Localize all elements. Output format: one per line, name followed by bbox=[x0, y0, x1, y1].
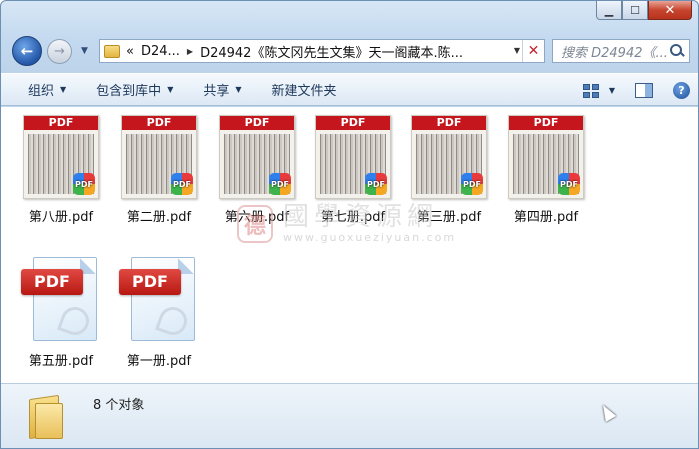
explorer-window: ▁ ☐ ✕ ← → ▼ « D24... ▶ D24942《陈文冈先生文集》天一… bbox=[0, 0, 699, 449]
pdf-app-badge-icon: PDF bbox=[558, 173, 580, 195]
search-box[interactable]: 搜索 D24942《... bbox=[552, 39, 690, 63]
help-icon[interactable]: ? bbox=[673, 82, 690, 99]
file-list: PDF PDF 第八册.pdf PDF PDF 第二册.pdf PDF PDF … bbox=[1, 107, 698, 383]
file-item[interactable]: PDF PDF 第四册.pdf bbox=[500, 115, 592, 225]
pdf-file-icon: PDF bbox=[119, 257, 199, 343]
search-input[interactable]: 搜索 D24942《... bbox=[561, 42, 668, 61]
maximize-button[interactable]: ☐ bbox=[622, 1, 648, 20]
back-arrow-icon: ← bbox=[20, 42, 34, 60]
file-item[interactable]: PDF 第一册.pdf bbox=[113, 257, 205, 369]
acrobat-logo-icon bbox=[155, 303, 185, 333]
forward-arrow-icon: → bbox=[54, 44, 65, 59]
thumbnail-band: PDF bbox=[509, 116, 583, 130]
file-item[interactable]: PDF 第五册.pdf bbox=[15, 257, 107, 369]
organize-label: 组织 bbox=[28, 84, 55, 99]
pdf-thumbnail: PDF PDF bbox=[121, 115, 197, 199]
view-options-dropdown-icon[interactable]: ▼ bbox=[609, 86, 615, 95]
item-count: 8 个对象 bbox=[93, 398, 145, 413]
breadcrumb-separator-icon[interactable]: ▶ bbox=[187, 47, 193, 56]
file-item[interactable]: PDF PDF 第二册.pdf bbox=[113, 115, 205, 225]
thumbnail-band: PDF bbox=[316, 116, 390, 130]
address-bar[interactable]: « D24... ▶ D24942《陈文冈先生文集》天一阁藏本.陈... ▼ ✕ bbox=[99, 39, 545, 63]
chevron-down-icon: ▼ bbox=[60, 85, 67, 94]
chevron-down-icon: ▼ bbox=[235, 85, 242, 94]
mouse-cursor-icon bbox=[597, 402, 617, 422]
preview-pane-icon[interactable] bbox=[635, 83, 653, 98]
pdf-app-badge-icon: PDF bbox=[73, 173, 95, 195]
breadcrumb-overflow[interactable]: « bbox=[126, 44, 134, 59]
thumbnail-band: PDF bbox=[220, 116, 294, 130]
back-button[interactable]: ← bbox=[12, 36, 42, 66]
forward-button[interactable]: → bbox=[47, 39, 72, 64]
breadcrumb-item[interactable]: D24... bbox=[141, 44, 180, 59]
thumbnail-band: PDF bbox=[412, 116, 486, 130]
minimize-button[interactable]: ▁ bbox=[596, 1, 622, 20]
pdf-thumbnail: PDF PDF bbox=[219, 115, 295, 199]
recent-pages-dropdown[interactable]: ▼ bbox=[81, 46, 88, 56]
watermark-title: 國學資源網 bbox=[283, 202, 439, 232]
file-name[interactable]: 第二册.pdf bbox=[113, 206, 205, 225]
pdf-app-badge-icon: PDF bbox=[461, 173, 483, 195]
include-in-library-label: 包含到库中 bbox=[96, 84, 162, 99]
organize-button[interactable]: 组织 ▼ bbox=[1, 73, 76, 106]
acrobat-logo-icon bbox=[57, 303, 87, 333]
new-folder-button[interactable]: 新建文件夹 bbox=[262, 73, 347, 106]
change-view-icon[interactable] bbox=[582, 83, 599, 98]
pdf-label: PDF bbox=[119, 269, 181, 295]
pdf-app-badge-icon: PDF bbox=[269, 173, 291, 195]
close-button[interactable]: ✕ bbox=[648, 1, 692, 20]
pdf-thumbnail: PDF PDF bbox=[315, 115, 391, 199]
folder-icon bbox=[27, 393, 65, 440]
thumbnail-band: PDF bbox=[122, 116, 196, 130]
file-name[interactable]: 第五册.pdf bbox=[15, 350, 107, 369]
navigation-bar: ← → ▼ « D24... ▶ D24942《陈文冈先生文集》天一阁藏本.陈.… bbox=[1, 34, 698, 68]
details-pane: 8 个对象 bbox=[1, 383, 698, 448]
toolbar-right-group: ▼ ? bbox=[582, 74, 690, 107]
share-button[interactable]: 共享 ▼ bbox=[193, 73, 251, 106]
search-icon[interactable] bbox=[668, 42, 686, 60]
chevron-down-icon: ▼ bbox=[167, 85, 174, 94]
pdf-thumbnail: PDF PDF bbox=[23, 115, 99, 199]
watermark-seal: 德 bbox=[237, 204, 273, 243]
new-folder-label: 新建文件夹 bbox=[271, 84, 337, 99]
file-item[interactable]: PDF PDF 第八册.pdf bbox=[15, 115, 107, 225]
include-in-library-button[interactable]: 包含到库中 ▼ bbox=[86, 73, 183, 106]
pdf-app-badge-icon: PDF bbox=[365, 173, 387, 195]
command-bar: 组织 ▼ 包含到库中 ▼ 共享 ▼ 新建文件夹 ▼ ? bbox=[1, 73, 698, 106]
pdf-file-icon: PDF bbox=[21, 257, 101, 343]
thumbnail-band: PDF bbox=[24, 116, 98, 130]
caption-buttons: ▁ ☐ ✕ bbox=[596, 1, 692, 20]
watermark-url: www.guoxueziyuan.com bbox=[283, 231, 457, 244]
pdf-thumbnail: PDF PDF bbox=[508, 115, 584, 199]
address-dropdown-icon[interactable]: ▼ bbox=[514, 46, 520, 55]
pdf-thumbnail: PDF PDF bbox=[411, 115, 487, 199]
pdf-label: PDF bbox=[21, 269, 83, 295]
folder-icon bbox=[104, 44, 120, 58]
file-name[interactable]: 第八册.pdf bbox=[15, 206, 107, 225]
file-name[interactable]: 第四册.pdf bbox=[500, 206, 592, 225]
breadcrumb-item[interactable]: D24942《陈文冈先生文集》天一阁藏本.陈... bbox=[200, 42, 463, 61]
breadcrumb: « D24... ▶ D24942《陈文冈先生文集》天一阁藏本.陈... bbox=[126, 42, 463, 61]
share-label: 共享 bbox=[203, 84, 230, 99]
watermark: 德 國學資源網 www.guoxueziyuan.com bbox=[237, 203, 456, 244]
pdf-app-badge-icon: PDF bbox=[171, 173, 193, 195]
address-clear-button[interactable]: ✕ bbox=[522, 40, 544, 62]
file-name[interactable]: 第一册.pdf bbox=[113, 350, 205, 369]
